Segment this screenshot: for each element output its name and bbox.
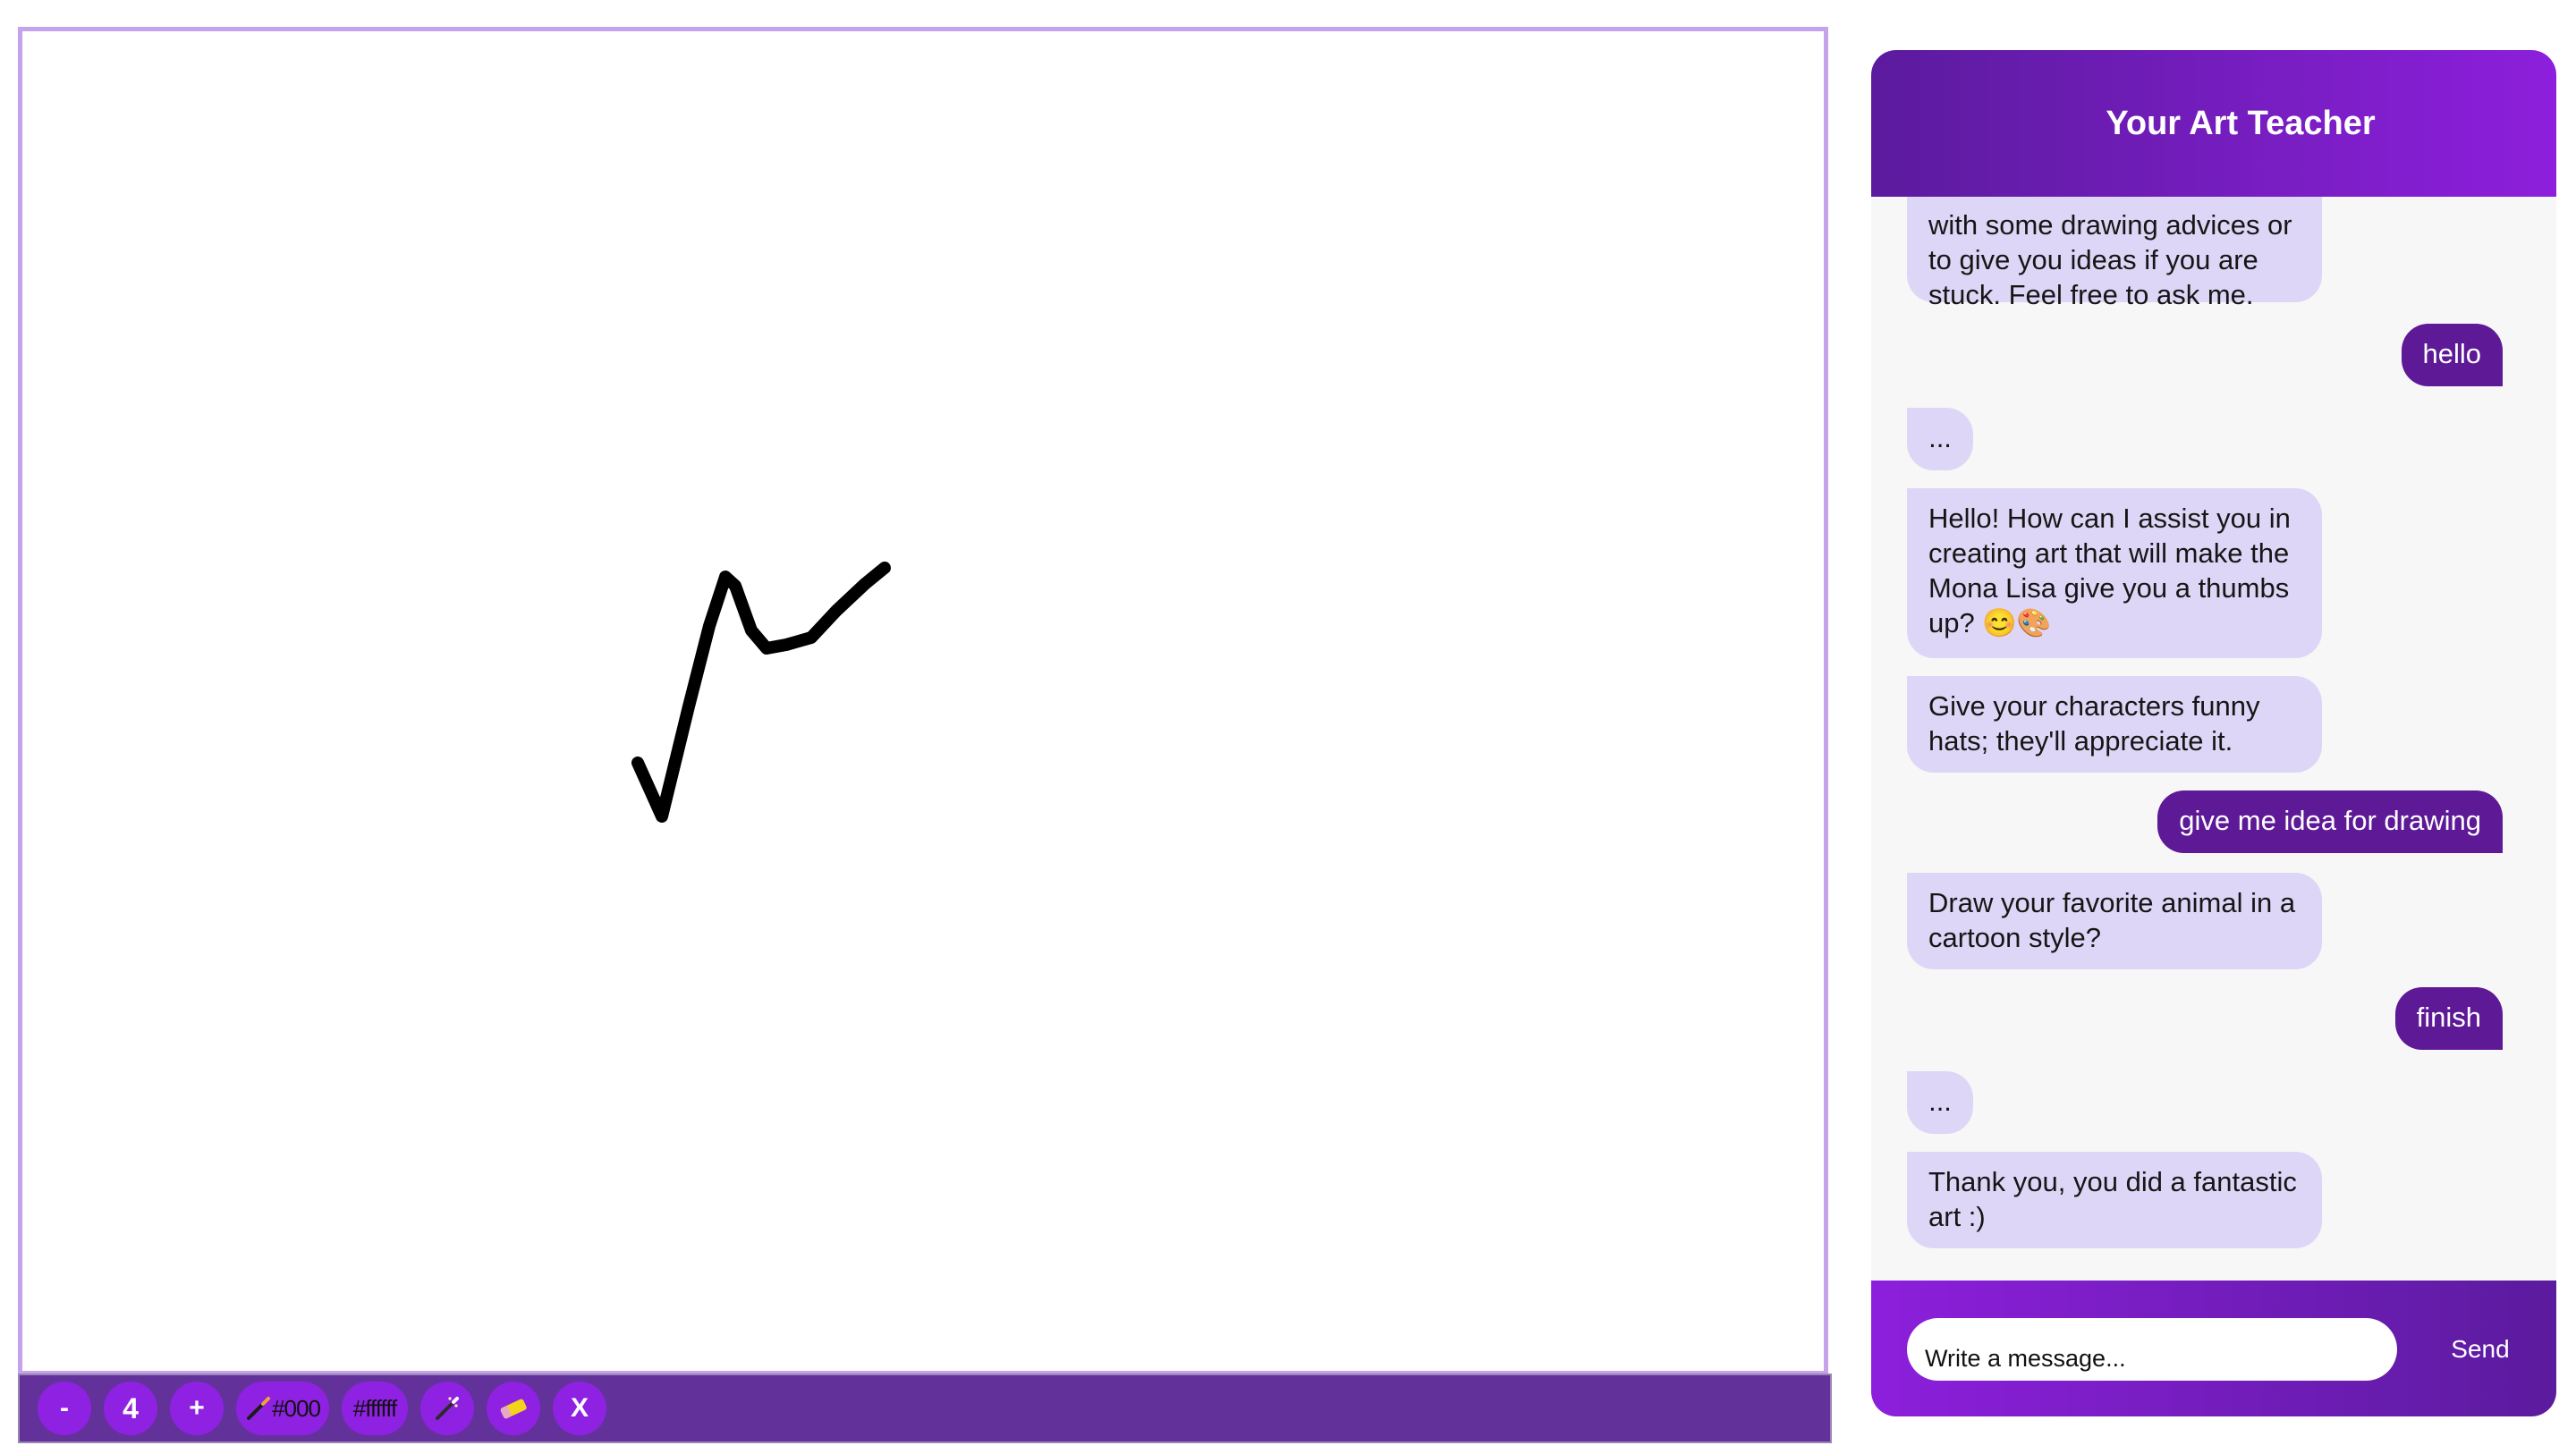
background-color-label: #ffffff [352, 1394, 397, 1422]
brush-size-value: 4 [123, 1391, 139, 1424]
background-color-button[interactable]: #ffffff [342, 1382, 408, 1435]
brush-size-display: 4 [104, 1382, 157, 1435]
magic-wand-icon [436, 1397, 459, 1420]
eraser-button[interactable] [487, 1382, 540, 1435]
bot-message: Hello! How can I assist you in creating … [1907, 488, 2322, 658]
increase-size-button[interactable]: + [170, 1382, 224, 1435]
decrease-size-button[interactable]: - [38, 1382, 91, 1435]
chat-panel: Your Art Teacher with some drawing advic… [1871, 50, 2556, 1416]
message-input[interactable] [1907, 1318, 2397, 1381]
bot-message: with some drawing advices or to give you… [1907, 197, 2322, 310]
drawing-toolbar: - 4 + #000 #ffffff X [18, 1374, 1832, 1443]
eraser-icon [500, 1399, 527, 1419]
canvas-stroke-layer [631, 562, 891, 823]
bot-message: Give your characters funny hats; they'll… [1907, 676, 2322, 773]
pen-color-label: #000 [272, 1394, 321, 1422]
drawing-canvas[interactable] [18, 27, 1828, 1375]
pencil-icon [247, 1397, 271, 1420]
bot-message: Draw your favorite animal in a cartoon s… [1907, 873, 2322, 969]
message-list[interactable]: with some drawing advices or to give you… [1871, 197, 2556, 1331]
send-button[interactable]: Send [2431, 1318, 2529, 1381]
chat-title: Your Art Teacher [2106, 104, 2376, 142]
chat-footer: Send [1871, 1281, 2556, 1416]
user-message: hello [2401, 324, 2503, 386]
bot-typing-message: ... [1907, 1071, 1973, 1134]
drawn-stroke [631, 562, 891, 823]
bot-typing-message: ... [1907, 408, 1973, 470]
clear-canvas-button[interactable]: X [553, 1382, 606, 1435]
bot-message: Thank you, you did a fantastic art :) [1907, 1152, 2322, 1248]
user-message: give me idea for drawing [2157, 790, 2503, 853]
magic-wand-button[interactable] [420, 1382, 474, 1435]
user-message: finish [2394, 987, 2503, 1050]
chat-header: Your Art Teacher [1871, 50, 2556, 197]
pen-color-button[interactable]: #000 [236, 1382, 329, 1435]
